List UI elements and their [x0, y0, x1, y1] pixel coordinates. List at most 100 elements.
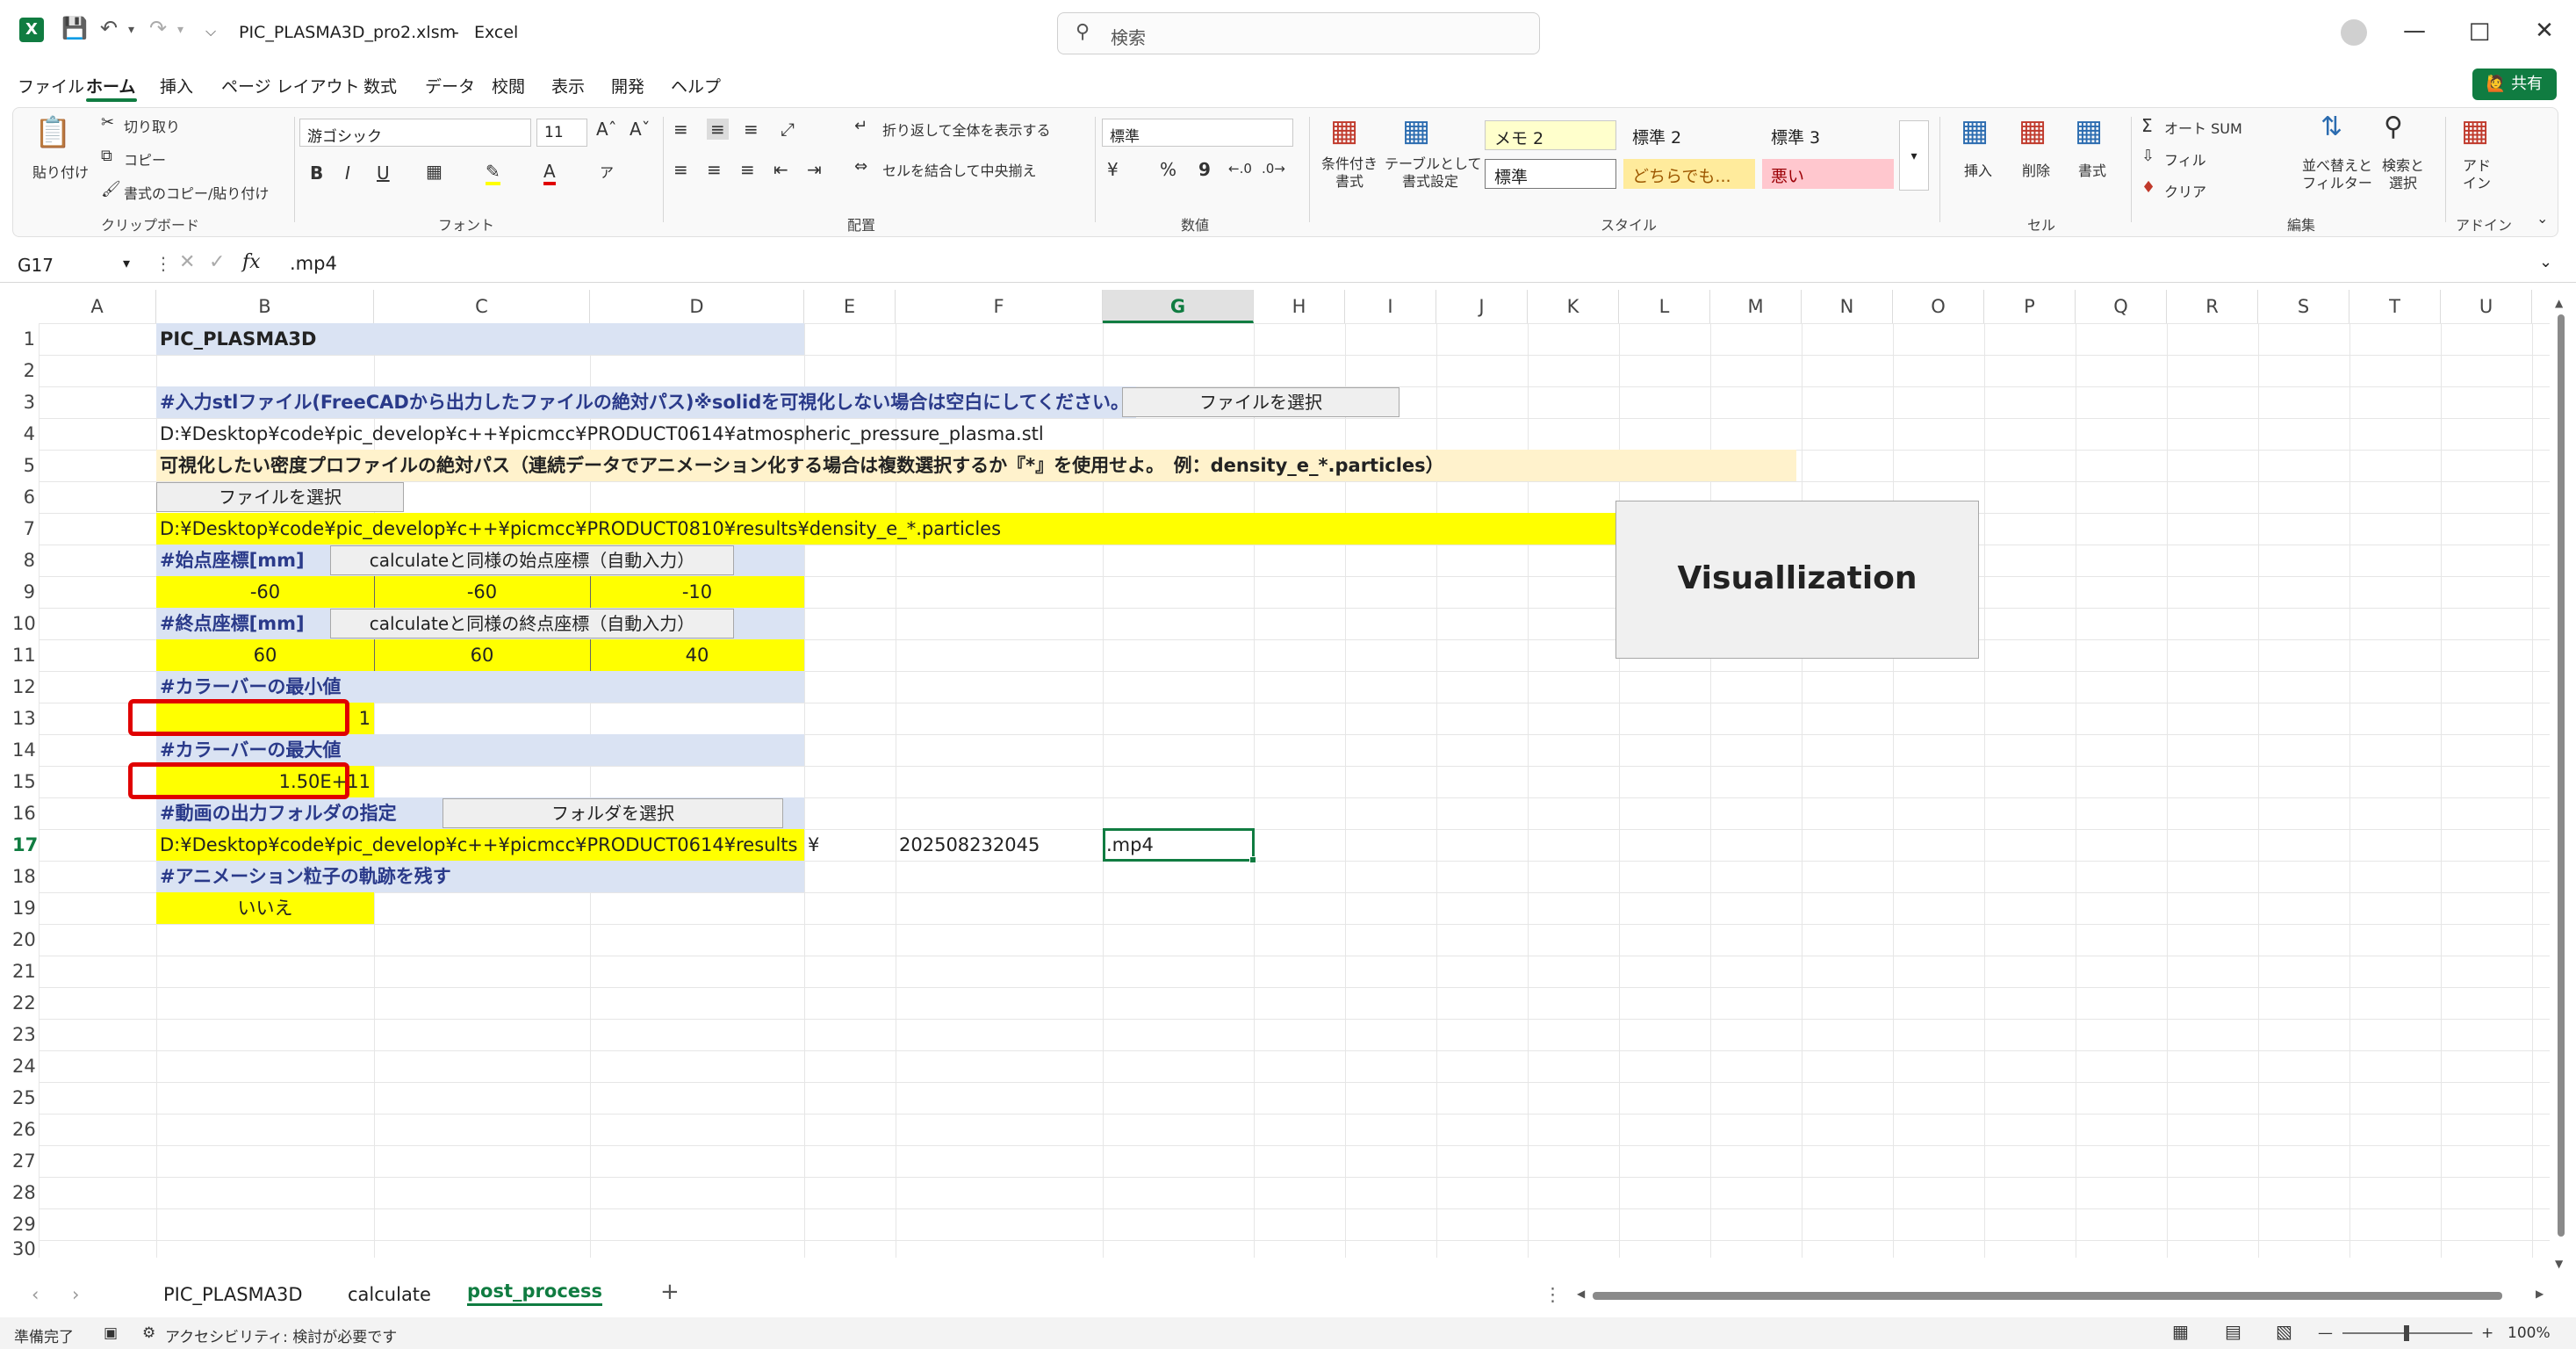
- fill-handle[interactable]: [1249, 856, 1256, 863]
- row-header[interactable]: 28: [12, 1177, 39, 1208]
- cut-button[interactable]: 切り取り: [124, 115, 180, 136]
- fill-button[interactable]: フィル: [2164, 148, 2206, 170]
- format-cells-button[interactable]: 書式: [2078, 159, 2106, 180]
- formula-input[interactable]: .mp4: [290, 253, 337, 274]
- zoom-slider[interactable]: [2342, 1325, 2472, 1341]
- autosum-button[interactable]: オート SUM: [2164, 117, 2242, 138]
- column-header-m[interactable]: M: [1710, 290, 1802, 323]
- row-header[interactable]: 13: [12, 703, 39, 734]
- row-header[interactable]: 19: [12, 892, 39, 924]
- cell-d11-end-z[interactable]: 40: [590, 639, 804, 671]
- row-header[interactable]: 9: [12, 576, 39, 608]
- style-neutral[interactable]: どちらでも...: [1623, 159, 1755, 189]
- cell-b18-trail-label[interactable]: #アニメーション粒子の軌跡を残す: [156, 861, 455, 892]
- horizontal-scrollbar[interactable]: ◀ ▶: [1577, 1288, 2551, 1305]
- row-header[interactable]: 14: [12, 734, 39, 766]
- style-normal2[interactable]: 標準 2: [1623, 120, 1755, 150]
- cell-b12-colorbar-min-label[interactable]: #カラーバーの最小値: [156, 671, 344, 703]
- column-header-i[interactable]: I: [1345, 290, 1436, 323]
- phonetic-icon[interactable]: ア: [600, 161, 614, 182]
- column-header-q[interactable]: Q: [2076, 290, 2167, 323]
- align-middle-icon[interactable]: ≡: [707, 119, 729, 140]
- font-color-icon[interactable]: A: [543, 161, 556, 185]
- cell-b4-stl-path[interactable]: D:¥Desktop¥code¥pic_develop¥c++¥picmcc¥P…: [156, 418, 1047, 450]
- row-header[interactable]: 4: [12, 418, 39, 450]
- zoom-out-icon[interactable]: —: [2318, 1324, 2333, 1342]
- cancel-icon[interactable]: ✕: [179, 251, 195, 273]
- add-sheet-icon[interactable]: +: [660, 1279, 680, 1305]
- cell-b17-output-folder[interactable]: D:¥Desktop¥code¥pic_develop¥c++¥picmcc¥P…: [156, 829, 801, 861]
- font-name-select[interactable]: 游ゴシック: [299, 119, 531, 147]
- tab-formulas[interactable]: 数式: [363, 74, 397, 97]
- cell-b11-end-x[interactable]: 60: [156, 639, 374, 671]
- row-header[interactable]: 1: [12, 323, 39, 355]
- comma-button[interactable]: 9: [1198, 159, 1211, 180]
- sheet-options-icon[interactable]: ⋮: [1543, 1284, 1562, 1305]
- row-header[interactable]: 5: [12, 450, 39, 481]
- cell-b16-output-folder-label[interactable]: #動画の出力フォルダの指定: [156, 797, 400, 829]
- formula-options-icon[interactable]: ⋮: [155, 253, 172, 274]
- sheet-tab-pic-plasma3d[interactable]: PIC_PLASMA3D: [163, 1284, 303, 1305]
- close-icon[interactable]: ✕: [2527, 18, 2562, 44]
- align-center-icon[interactable]: ≡: [707, 159, 722, 180]
- scroll-up-icon[interactable]: ▲: [2555, 297, 2563, 309]
- scroll-left-icon[interactable]: ◀: [1577, 1288, 1585, 1300]
- column-header-l[interactable]: L: [1619, 290, 1710, 323]
- row-header[interactable]: 22: [12, 987, 39, 1019]
- avatar[interactable]: [2341, 19, 2367, 46]
- normal-view-icon[interactable]: ▦: [2172, 1321, 2189, 1342]
- column-header-r[interactable]: R: [2167, 290, 2258, 323]
- save-icon[interactable]: 💾: [61, 16, 88, 40]
- cell-b14-colorbar-max-label[interactable]: #カラーバーの最大値: [156, 734, 344, 766]
- name-box-dropdown-icon[interactable]: ▾: [123, 255, 130, 271]
- vertical-scrollbar[interactable]: ▲ ▼: [2551, 297, 2569, 1272]
- column-header-h[interactable]: H: [1254, 290, 1345, 323]
- cell-e17-separator[interactable]: ¥: [804, 829, 823, 861]
- column-header-t[interactable]: T: [2349, 290, 2441, 323]
- cell-b9-start-x[interactable]: -60: [156, 576, 374, 608]
- column-header-p[interactable]: P: [1984, 290, 2076, 323]
- tab-developer[interactable]: 開発: [611, 74, 644, 97]
- cell-b7-density-path[interactable]: D:¥Desktop¥code¥pic_develop¥c++¥picmcc¥P…: [156, 513, 1004, 545]
- column-header-j[interactable]: J: [1436, 290, 1528, 323]
- visualization-button[interactable]: Visuallization: [1615, 501, 1979, 659]
- share-button[interactable]: 🙋 共有: [2472, 69, 2557, 100]
- style-normal[interactable]: 標準: [1485, 159, 1616, 189]
- conditional-format-button[interactable]: 条件付き 書式: [1316, 155, 1383, 191]
- format-as-table-button[interactable]: テーブルとして 書式設定: [1385, 155, 1482, 191]
- percent-button[interactable]: %: [1160, 159, 1176, 180]
- scroll-right-icon[interactable]: ▶: [2536, 1288, 2544, 1300]
- undo-icon[interactable]: ↶: [100, 16, 118, 40]
- row-header[interactable]: 2: [12, 355, 39, 386]
- paste-icon[interactable]: 📋: [34, 115, 71, 150]
- align-right-icon[interactable]: ≡: [740, 159, 755, 180]
- row-header[interactable]: 11: [12, 639, 39, 671]
- bold-button[interactable]: B: [310, 162, 323, 184]
- addins-button[interactable]: アド イン: [2463, 157, 2491, 192]
- column-header-n[interactable]: N: [1802, 290, 1893, 323]
- row-header[interactable]: 8: [12, 545, 39, 576]
- column-header-e[interactable]: E: [804, 290, 896, 323]
- maximize-icon[interactable]: □: [2462, 18, 2497, 44]
- macro-record-icon[interactable]: ▣: [104, 1324, 118, 1342]
- row-header[interactable]: 12: [12, 671, 39, 703]
- wrap-text-button[interactable]: 折り返して全体を表示する: [882, 119, 1051, 140]
- underline-button[interactable]: U: [377, 162, 390, 184]
- page-break-view-icon[interactable]: ▧: [2276, 1321, 2292, 1342]
- sheet-tab-post-process[interactable]: post_process: [467, 1280, 603, 1306]
- grow-font-icon[interactable]: Aˆ: [596, 119, 617, 140]
- borders-icon[interactable]: ▦: [426, 161, 443, 182]
- clear-button[interactable]: クリア: [2164, 180, 2206, 201]
- cell-d9-start-z[interactable]: -10: [590, 576, 804, 608]
- page-layout-view-icon[interactable]: ▤: [2225, 1321, 2241, 1342]
- cell-b19-trail-value[interactable]: いいえ: [156, 892, 374, 924]
- row-header[interactable]: 21: [12, 956, 39, 987]
- increase-indent-icon[interactable]: ⇥: [807, 159, 822, 180]
- zoom-in-icon[interactable]: +: [2481, 1324, 2493, 1342]
- collapse-ribbon-icon[interactable]: ⌄: [2536, 210, 2548, 227]
- row-header[interactable]: 27: [12, 1145, 39, 1177]
- tab-review[interactable]: 校閲: [492, 74, 525, 97]
- row-header[interactable]: 26: [12, 1114, 39, 1145]
- spreadsheet-grid[interactable]: A B C D E F G H I J K L M N O P Q R S T …: [12, 290, 2550, 1259]
- align-bottom-icon[interactable]: ≡: [744, 119, 759, 140]
